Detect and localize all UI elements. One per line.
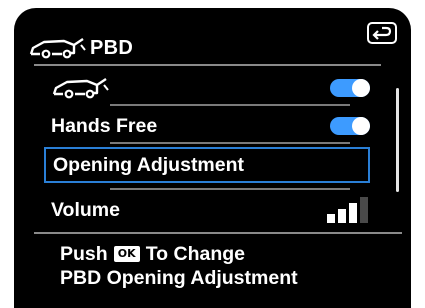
header-divider xyxy=(34,64,381,66)
car-open-tailgate-icon xyxy=(29,38,86,59)
menu-item-opening-adjustment[interactable]: Opening Adjustment xyxy=(44,147,370,183)
footer-to-change-text: To Change xyxy=(145,243,245,265)
footer-line-1: Push OK To Change xyxy=(60,242,298,266)
footer-line-2: PBD Opening Adjustment xyxy=(60,267,298,289)
menu-item-volume[interactable]: Volume xyxy=(44,192,370,228)
volume-level-icon xyxy=(327,197,368,223)
row-divider xyxy=(110,142,350,144)
return-arrow-icon xyxy=(372,26,392,40)
menu-item-label: Opening Adjustment xyxy=(53,153,245,176)
footer-push-text: Push xyxy=(60,243,108,265)
scrollbar[interactable] xyxy=(396,88,399,192)
row-divider xyxy=(110,188,350,190)
menu-item-label: Volume xyxy=(51,198,120,221)
row-divider xyxy=(110,104,350,106)
back-button[interactable] xyxy=(367,22,397,44)
pbd-toggle[interactable] xyxy=(330,79,370,97)
page-title: PBD xyxy=(90,36,134,59)
car-open-tailgate-icon xyxy=(52,78,109,99)
header: PBD xyxy=(28,34,133,62)
toggle-knob xyxy=(352,117,370,135)
menu-item-pbd-main[interactable] xyxy=(44,70,370,106)
footer-divider xyxy=(34,232,402,234)
toggle-knob xyxy=(352,79,370,97)
infotainment-screen: PBD Hands Free Opening Adjustment Volume… xyxy=(14,8,411,308)
footer-hint: Push OK To Change PBD Opening Adjustment xyxy=(60,242,298,290)
menu-item-label: Hands Free xyxy=(51,114,158,137)
menu-item-hands-free[interactable]: Hands Free xyxy=(44,108,370,144)
ok-button-icon: OK xyxy=(113,246,140,262)
hands-free-toggle[interactable] xyxy=(330,117,370,135)
